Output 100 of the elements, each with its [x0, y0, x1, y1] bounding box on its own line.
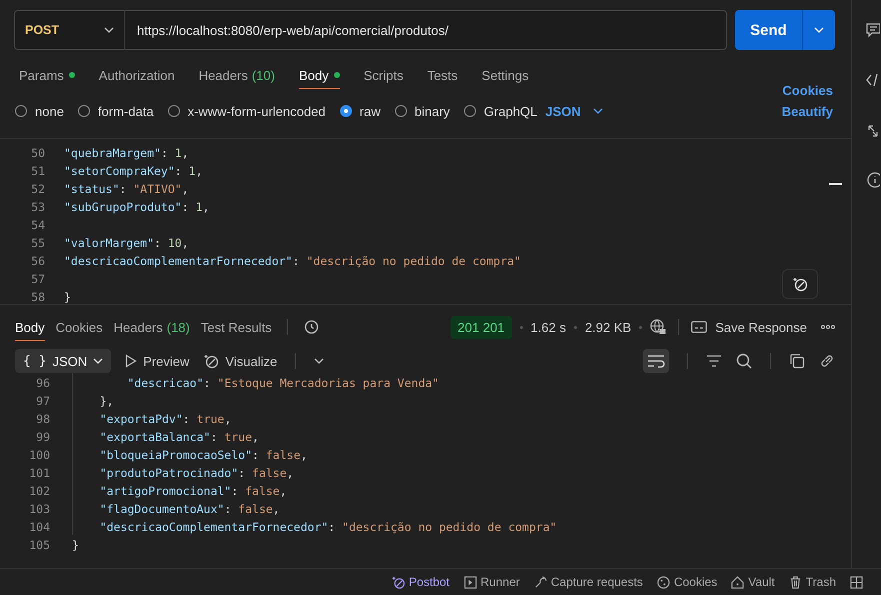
cookies-link[interactable]: Cookies	[782, 83, 833, 98]
body-type-radio[interactable]: binary	[394, 104, 450, 118]
chevron-down-icon[interactable]	[314, 358, 324, 364]
preview-button[interactable]: Preview	[125, 354, 190, 368]
line-number: 98	[35, 412, 50, 426]
line-number: 56	[30, 254, 45, 268]
request-tab[interactable]: Body	[298, 62, 340, 88]
line-number: 55	[30, 236, 45, 250]
house-icon	[731, 576, 744, 588]
json-punctuation: ,	[182, 182, 189, 196]
json-boolean: true	[196, 412, 224, 426]
url-field[interactable]: https://localhost:8080/erp-web/api/comercial/produtos/	[125, 10, 727, 50]
globe-lock-icon[interactable]	[650, 319, 666, 335]
filter-icon[interactable]	[706, 355, 722, 367]
history-icon[interactable]	[302, 319, 319, 335]
json-number: 10	[168, 236, 182, 250]
chevron-down-icon	[93, 358, 104, 364]
json-punctuation: :	[204, 376, 212, 390]
postbot-button[interactable]	[782, 269, 818, 299]
wand-icon	[792, 276, 808, 292]
json-punctuation: :	[231, 484, 240, 498]
status-bar-item[interactable]: Trash	[788, 575, 836, 589]
json-number: 1	[196, 200, 202, 214]
json-key: "descricaoComplementarFornecedor"	[64, 254, 292, 268]
line-number: 52	[30, 182, 45, 196]
chevron-down-icon	[814, 27, 824, 33]
more-icon[interactable]	[821, 325, 835, 329]
body-type-radio[interactable]: GraphQL	[464, 104, 538, 118]
json-boolean: false	[245, 484, 280, 498]
response-format-dropdown[interactable]: { } JSON	[15, 349, 112, 373]
copy-icon[interactable]	[789, 353, 805, 369]
json-punctuation: :	[210, 430, 218, 444]
json-boolean: true	[224, 430, 252, 444]
json-punctuation: ,	[300, 448, 308, 462]
json-punctuation: :	[182, 412, 191, 426]
json-punctuation: :	[238, 466, 246, 480]
json-key: "setorCompraKey"	[64, 164, 175, 178]
json-key: "exportaBalanca"	[100, 430, 210, 444]
play-square-icon	[464, 576, 477, 588]
json-key: "quebraMargem"	[64, 146, 161, 160]
format-dropdown[interactable]: JSON	[545, 104, 603, 118]
code-icon[interactable]	[866, 72, 880, 88]
link-icon[interactable]	[819, 353, 835, 369]
json-punctuation: :	[160, 146, 169, 160]
line-number: 50	[30, 146, 45, 160]
request-tab[interactable]: Scripts	[364, 62, 404, 88]
status-bar-item[interactable]: Postbot	[392, 575, 450, 589]
request-body-editor[interactable]: 50 "quebraMargem": 1, 51 "setorCompraKey": 1, 52 "status": "ATIVO", 53 "subGrupoProduto": 1, 54 55 "valorMargem": 10, 56 "descricaoComplementarFornecedor": "descrição no pedido de compra" 57 58 }	[0, 138, 851, 305]
chevron-down-icon	[104, 27, 114, 33]
body-type-radio[interactable]: none	[15, 104, 64, 118]
json-punctuation: },	[100, 394, 114, 408]
line-number: 96	[35, 376, 50, 390]
send-button[interactable]: Send	[735, 10, 802, 50]
request-tab[interactable]: Params	[19, 62, 75, 88]
json-punctuation: ,	[286, 466, 294, 480]
line-number: 100	[28, 448, 50, 462]
json-key: "produtoPatrocinado"	[100, 466, 238, 480]
response-size: 2.92 KB	[584, 320, 632, 334]
body-type-radio[interactable]: raw	[340, 104, 380, 118]
response-tab[interactable]: Cookies	[56, 314, 103, 340]
request-tab[interactable]: Headers (10)	[198, 62, 275, 88]
line-number: 99	[35, 430, 50, 444]
json-key: "bloqueiaPromocaoSelo"	[100, 448, 252, 462]
comment-icon[interactable]	[866, 22, 880, 38]
search-icon[interactable]	[736, 353, 752, 369]
satellite-icon	[534, 576, 547, 588]
info-icon[interactable]	[866, 172, 880, 188]
request-tab[interactable]: Settings	[482, 62, 529, 88]
json-punctuation: }	[64, 290, 71, 304]
json-boolean: false	[252, 466, 287, 480]
json-key: "status"	[64, 182, 120, 196]
response-tab[interactable]: Headers (18)	[114, 314, 190, 340]
status-bar-item[interactable]: Cookies	[656, 575, 718, 589]
json-punctuation: ,	[224, 412, 232, 426]
line-number: 53	[30, 200, 45, 214]
json-punctuation: :	[252, 448, 260, 462]
wand-icon	[392, 576, 405, 588]
response-tab[interactable]: Body	[15, 314, 45, 340]
json-number: 1	[188, 164, 196, 178]
status-bar-item[interactable]: Vault	[731, 575, 775, 589]
beautify-link[interactable]: Beautify	[782, 104, 833, 118]
json-punctuation: :	[224, 502, 232, 516]
json-punctuation: :	[292, 254, 300, 268]
request-tab[interactable]: Authorization	[98, 62, 175, 88]
json-boolean: false	[266, 448, 300, 462]
body-type-radio[interactable]: form-data	[78, 104, 154, 118]
layout-icon[interactable]	[850, 576, 863, 588]
json-punctuation: ,	[182, 236, 189, 250]
method-dropdown[interactable]: POST	[14, 10, 125, 50]
response-tab[interactable]: Test Results	[200, 314, 272, 340]
visualize-button[interactable]: Visualize	[203, 353, 278, 369]
status-bar-item[interactable]: Capture requests	[534, 575, 643, 589]
json-string: "ATIVO"	[133, 182, 182, 196]
body-type-radio[interactable]: x-www-form-urlencoded	[168, 104, 326, 118]
status-badge: 201 201	[450, 316, 512, 338]
json-key: "descricao"	[127, 376, 204, 390]
request-tab[interactable]: Tests	[427, 62, 458, 88]
wrap-lines-button[interactable]	[643, 349, 669, 373]
save-response-button[interactable]: Save Response	[691, 320, 807, 334]
status-bar-item[interactable]: Runner	[464, 575, 520, 589]
